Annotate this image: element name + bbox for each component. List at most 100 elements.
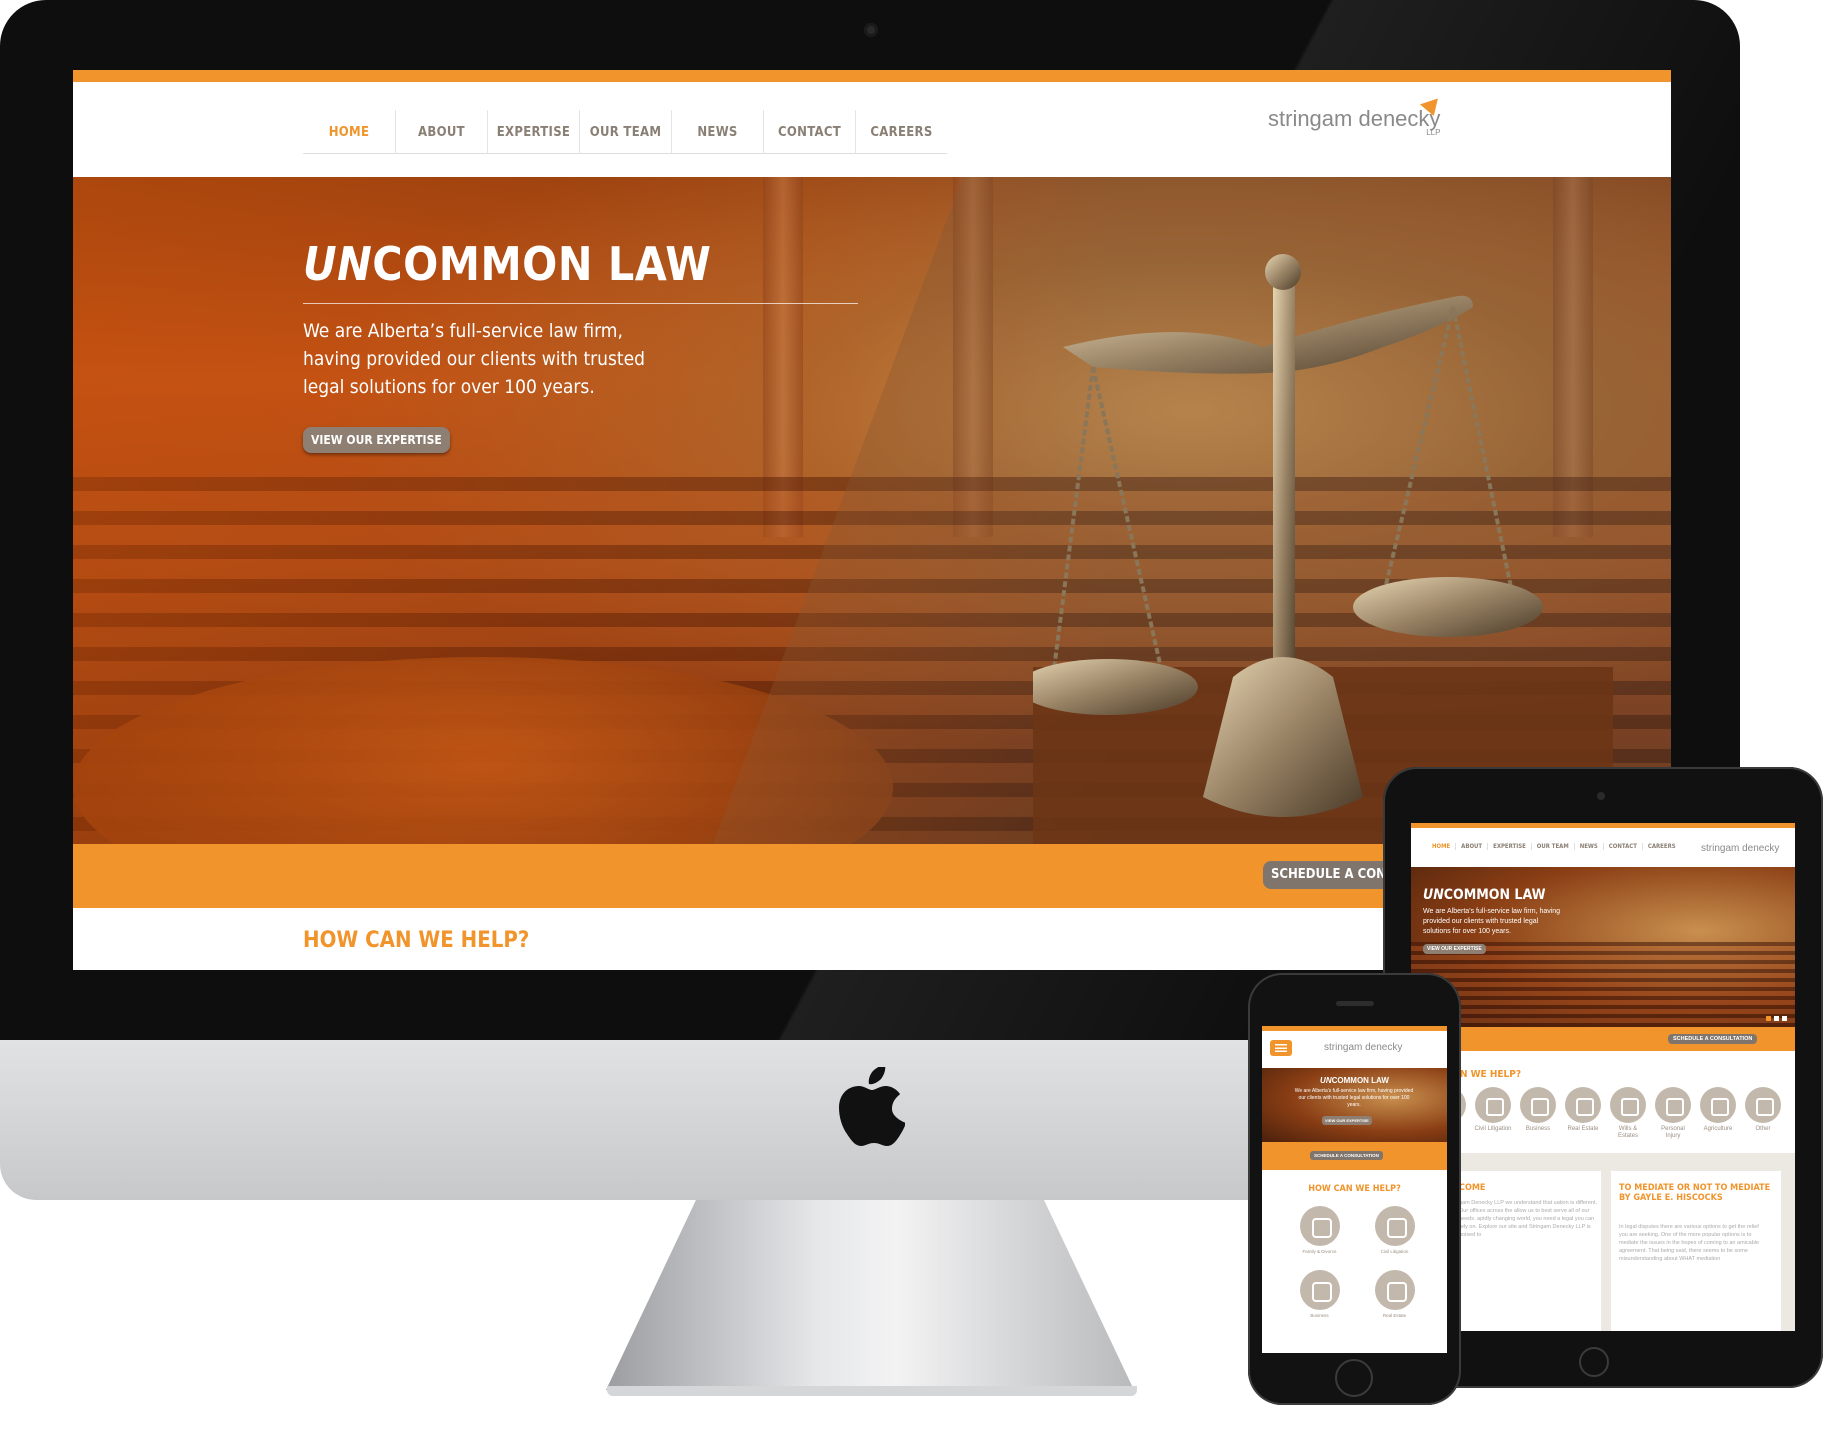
practice-label: Civil Litigation: [1380, 1249, 1409, 1254]
news-card-title[interactable]: TO MEDIATE OR NOT TO MEDIATE BY GAYLE E.…: [1619, 1183, 1781, 1203]
phone-practice-civil-litigation[interactable]: Civil Litigation: [1357, 1206, 1432, 1254]
main-nav: HOME ABOUT EXPERTISE OUR TEAM NEWS CONTA…: [303, 110, 947, 154]
tablet-practice-real-estate[interactable]: Real Estate: [1564, 1087, 1602, 1140]
tablet-slider-dots[interactable]: [1766, 1016, 1787, 1021]
phone-logo[interactable]: stringam denecky: [1324, 1042, 1402, 1053]
practice-label: Family & Divorce: [1302, 1249, 1337, 1254]
wheat-icon: [1700, 1087, 1736, 1123]
hero-banner: UNCOMMON LAW We are Alberta’s full-servi…: [73, 177, 1671, 844]
phone-hero-title: UNCOMMON LAW: [1262, 1076, 1447, 1085]
phone-practice-real-estate[interactable]: Real Estate: [1357, 1270, 1432, 1318]
phone-hero-title-rest: COMMON LAW: [1331, 1076, 1389, 1085]
tablet-practice-business[interactable]: Business: [1519, 1087, 1557, 1140]
hero-title-rest: COMMON LAW: [372, 237, 712, 291]
phone-schedule-button[interactable]: SCHEDULE A CONSULTATION: [1310, 1151, 1383, 1160]
iphone-home-button: [1335, 1359, 1373, 1397]
tablet-nav-our-team[interactable]: OUR TEAM: [1530, 843, 1574, 850]
plus-icon: [1655, 1087, 1691, 1123]
tablet-schedule-button[interactable]: SCHEDULE A CONSULTATION: [1668, 1034, 1758, 1044]
handshake-icon: [1520, 1087, 1556, 1123]
practice-label: Civil Litigation: [1474, 1126, 1512, 1132]
courthouse-icon: [1374, 1206, 1415, 1246]
apple-logo-icon: [839, 1067, 905, 1146]
house-icon: [1374, 1270, 1415, 1310]
tablet-help-title: AN WE HELP?: [1453, 1069, 1522, 1080]
ipad-home-button: [1579, 1347, 1609, 1377]
tablet-view-expertise-button[interactable]: VIEW OUR EXPERTISE: [1423, 944, 1486, 954]
camera-icon: [864, 23, 878, 37]
hamburger-menu-icon[interactable]: [1270, 1040, 1292, 1056]
tablet-nav-about[interactable]: ABOUT: [1455, 843, 1487, 850]
tablet-nav: HOME ABOUT EXPERTISE OUR TEAM NEWS CONTA…: [1427, 843, 1681, 850]
phone-screen: stringam denecky UNCOMMON LAW We are Alb…: [1262, 1026, 1447, 1353]
scales-of-justice-image: [1033, 254, 1613, 844]
hero-description: We are Alberta’s full-service law firm, …: [303, 320, 645, 398]
hero-title-em: UN: [303, 237, 373, 291]
tablet-hero-text: We are Alberta’s full-service law firm, …: [1423, 908, 1561, 935]
help-section-title: HOW CAN WE HELP?: [303, 928, 530, 953]
tablet-accent-stripe: [1411, 823, 1795, 828]
tablet-screen: HOME ABOUT EXPERTISE OUR TEAM NEWS CONTA…: [1411, 823, 1795, 1331]
tablet-nav-news[interactable]: NEWS: [1573, 843, 1603, 850]
tablet-practice-other[interactable]: Other: [1744, 1087, 1782, 1140]
practice-label: Real Estate: [1382, 1313, 1407, 1318]
practice-label: Agriculture: [1703, 1126, 1733, 1132]
nav-home[interactable]: HOME: [303, 110, 395, 154]
ipad-camera-icon: [1597, 792, 1605, 800]
phone-hero-text: We are Alberta’s full-service law firm, …: [1294, 1088, 1414, 1108]
scales-icon: [1745, 1087, 1781, 1123]
logo-text: stringam denecky: [1268, 106, 1441, 131]
handshake-icon: [1299, 1270, 1340, 1310]
tablet-hero-title-em: UN: [1423, 887, 1444, 903]
imac-stand: [606, 1200, 1134, 1390]
phone-practice-business[interactable]: Business: [1282, 1270, 1357, 1318]
imac-foot: [607, 1386, 1137, 1396]
nav-our-team[interactable]: OUR TEAM: [579, 110, 671, 154]
nav-contact[interactable]: CONTACT: [763, 110, 855, 154]
house-icon: [1565, 1087, 1601, 1123]
site-logo[interactable]: stringam denecky LLP: [1268, 92, 1445, 137]
tablet-practice-icons: Civil Litigation Business Real Estate Wi…: [1429, 1087, 1782, 1140]
practice-label: Business: [1310, 1313, 1329, 1318]
nav-about[interactable]: ABOUT: [395, 110, 487, 154]
iphone-speaker: [1336, 1001, 1374, 1006]
practice-label: Real Estate: [1567, 1126, 1599, 1132]
nav-news[interactable]: NEWS: [671, 110, 763, 154]
tablet-logo[interactable]: stringam denecky: [1701, 843, 1779, 854]
news-card-text: In legal disputes there are various opti…: [1619, 1224, 1760, 1262]
tablet-nav-expertise[interactable]: EXPERTISE: [1487, 843, 1531, 850]
welcome-card-title: COME: [1459, 1183, 1486, 1193]
tablet-nav-contact[interactable]: CONTACT: [1602, 843, 1642, 850]
phone-help-title: HOW CAN WE HELP?: [1308, 1184, 1401, 1194]
phone-cta-bar: SCHEDULE A CONSULTATION: [1262, 1142, 1447, 1170]
tablet-hero-title: UNCOMMON LAW: [1423, 887, 1545, 903]
courthouse-icon: [1475, 1087, 1511, 1123]
practice-label: Other: [1755, 1126, 1771, 1132]
nav-careers[interactable]: CAREERS: [855, 110, 947, 154]
tablet-nav-home[interactable]: HOME: [1427, 843, 1455, 850]
tablet-hero-title-rest: COMMON LAW: [1443, 887, 1546, 903]
tablet-practice-personal-injury[interactable]: Personal Injury: [1654, 1087, 1692, 1140]
hero-title: UNCOMMON LAW: [303, 237, 711, 291]
practice-label: Business: [1525, 1126, 1551, 1132]
phone-accent-stripe: [1262, 1026, 1447, 1031]
phone-view-expertise-button[interactable]: VIEW OUR EXPERTISE: [1322, 1116, 1372, 1125]
tablet-welcome-card: COME gam Denecky LLP we understand that …: [1451, 1171, 1601, 1331]
tablet-news-card[interactable]: TO MEDIATE OR NOT TO MEDIATE BY GAYLE E.…: [1611, 1171, 1781, 1331]
tablet-practice-agriculture[interactable]: Agriculture: [1699, 1087, 1737, 1140]
practice-label: Personal Injury: [1661, 1126, 1685, 1139]
tablet-practice-wills-estates[interactable]: Wills & Estates: [1609, 1087, 1647, 1140]
nav-expertise[interactable]: EXPERTISE: [487, 110, 579, 154]
tablet-nav-careers[interactable]: CAREERS: [1641, 843, 1681, 850]
rings-icon: [1299, 1206, 1340, 1246]
top-accent-stripe: [73, 70, 1671, 82]
tablet-cta-bar: SCHEDULE A CONSULTATION: [1411, 1027, 1795, 1051]
phone-hero-title-em: UN: [1320, 1076, 1332, 1085]
tablet-practice-civil-litigation[interactable]: Civil Litigation: [1474, 1087, 1512, 1140]
practice-label: Wills & Estates: [1617, 1126, 1638, 1139]
view-expertise-button[interactable]: VIEW OUR EXPERTISE: [303, 427, 450, 453]
phone-practice-grid: Family & Divorce Civil Litigation Busine…: [1282, 1206, 1432, 1318]
phone-practice-family[interactable]: Family & Divorce: [1282, 1206, 1357, 1254]
tablet-courtroom-benches: [1411, 942, 1795, 1027]
piggy-bank-icon: [1610, 1087, 1646, 1123]
